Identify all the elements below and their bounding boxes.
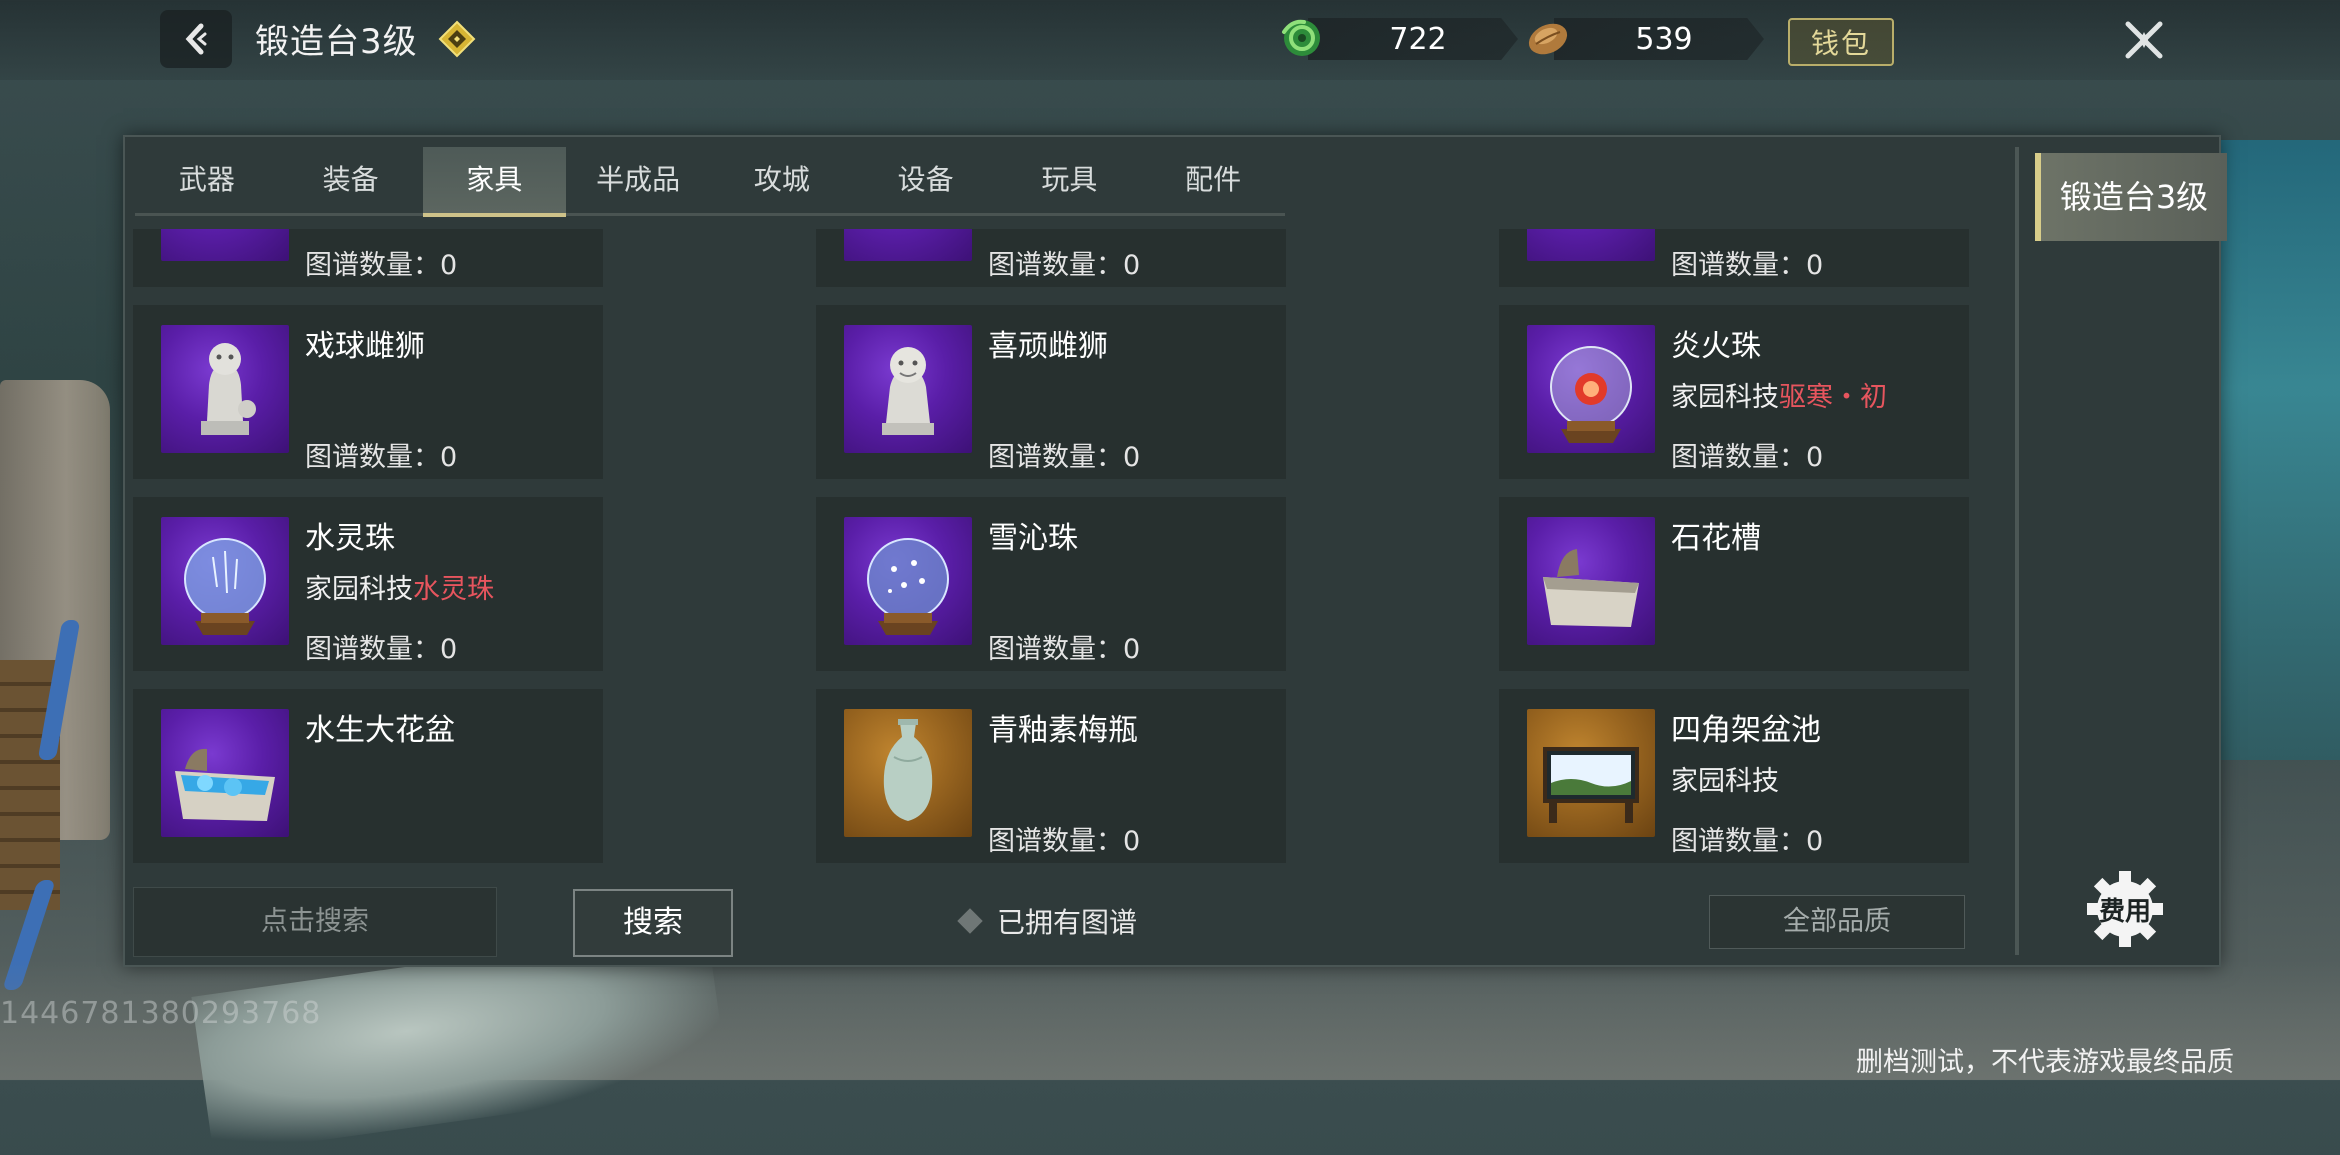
recipe-count: 图谱数量：0 [305, 634, 458, 665]
snow-orb-icon [844, 517, 972, 645]
checkbox-diamond-icon [957, 908, 983, 934]
item-icon [161, 229, 289, 261]
seed-amount: 539 [1635, 22, 1693, 57]
tech-highlight: 水灵珠 [413, 574, 494, 605]
recipe-card-celadon-vase[interactable]: 青釉素梅瓶 图谱数量：0 [816, 689, 1286, 863]
recipe-count: 图谱数量：0 [305, 250, 458, 281]
flower-basin-icon [161, 709, 289, 837]
page-title: 锻造台3级 [255, 22, 418, 62]
recipe-name: 石花槽 [1671, 521, 1761, 556]
recipe-count: 图谱数量：0 [305, 442, 458, 473]
owned-recipes-label: 已拥有图谱 [997, 906, 1138, 939]
recipe-name: 水生大花盆 [305, 713, 455, 748]
background-waterfall [2210, 140, 2340, 760]
search-input[interactable]: 点击搜索 [133, 887, 497, 957]
recipe-card[interactable]: 图谱数量：0 [1499, 229, 1969, 287]
lion-statue-icon [844, 325, 972, 453]
recipe-tech-requirement: 家园科技驱寒・初 [1671, 382, 1887, 413]
recipe-count: 图谱数量：0 [988, 634, 1141, 665]
recipe-name: 水灵珠 [305, 521, 395, 556]
recipe-card[interactable]: 图谱数量：0 [816, 229, 1286, 287]
cost-label: 费用 [2098, 897, 2151, 927]
stone-trough-icon [1527, 517, 1655, 645]
cost-button[interactable]: 费用 [2083, 867, 2167, 951]
tab-devices[interactable]: 设备 [854, 147, 998, 213]
tab-furniture[interactable]: 家具 [422, 147, 567, 217]
recipe-name: 雪沁珠 [988, 521, 1078, 556]
top-bar: 锻造台3级 722 539 钱包 [0, 0, 2340, 80]
side-divider [2015, 147, 2019, 955]
wallet-button[interactable]: 钱包 [1788, 18, 1894, 66]
jade-coin-icon [1282, 19, 1320, 56]
recipe-tech-requirement: 家园科技 [1671, 766, 1779, 797]
crafting-panel: 武器 装备 家具 半成品 攻城 设备 玩具 配件 图谱数量：0 图谱数量：0 图… [123, 135, 2227, 967]
lion-statue-icon [161, 325, 289, 453]
recipe-count: 图谱数量：0 [988, 442, 1141, 473]
recipe-grid: 图谱数量：0 图谱数量：0 图谱数量：0 戏球雌狮 图谱数量：0 喜顽雌狮 图谱… [133, 229, 1993, 869]
category-tabs: 武器 装备 家具 半成品 攻城 设备 玩具 配件 [135, 147, 1285, 217]
recipe-name: 青釉素梅瓶 [988, 713, 1138, 748]
close-x-icon[interactable] [2118, 14, 2170, 66]
tab-siege[interactable]: 攻城 [710, 147, 854, 213]
recipe-card-stone-trough[interactable]: 石花槽 [1499, 497, 1969, 671]
water-orb-icon [161, 517, 289, 645]
tab-semi-finished[interactable]: 半成品 [566, 147, 710, 213]
aquarium-icon [1527, 709, 1655, 837]
jade-amount: 722 [1389, 22, 1447, 57]
recipe-count: 图谱数量：0 [1671, 442, 1824, 473]
recipe-card[interactable]: 图谱数量：0 [133, 229, 603, 287]
diamond-badge-icon [438, 20, 476, 58]
seed-currency: 539 [1524, 12, 1784, 64]
back-button[interactable] [160, 10, 232, 68]
tab-weapons[interactable]: 武器 [135, 147, 279, 213]
tab-toys[interactable]: 玩具 [998, 147, 1142, 213]
recipe-card-playful-lioness[interactable]: 戏球雌狮 图谱数量：0 [133, 305, 603, 479]
tech-highlight: 驱寒・初 [1779, 382, 1887, 413]
fire-orb-icon [1527, 325, 1655, 453]
workbench-level-tab[interactable]: 锻造台3级 [2035, 153, 2227, 241]
recipe-name: 四角架盆池 [1671, 713, 1821, 748]
item-icon [1527, 229, 1655, 261]
recipe-count: 图谱数量：0 [988, 250, 1141, 281]
owned-recipes-toggle[interactable]: 已拥有图谱 [957, 901, 1138, 941]
recipe-name: 戏球雌狮 [305, 329, 425, 364]
tab-accessories[interactable]: 配件 [1141, 147, 1285, 213]
recipe-card-water-orb[interactable]: 水灵珠 家园科技水灵珠 图谱数量：0 [133, 497, 603, 671]
seed-coin-icon [1528, 23, 1568, 55]
vase-icon [844, 709, 972, 837]
recipe-card-merry-lioness[interactable]: 喜顽雌狮 图谱数量：0 [816, 305, 1286, 479]
recipe-card-snow-orb[interactable]: 雪沁珠 图谱数量：0 [816, 497, 1286, 671]
recipe-count: 图谱数量：0 [1671, 826, 1824, 857]
quality-filter-select[interactable]: 全部品质 [1709, 895, 1965, 949]
player-id-watermark: 1446781380293768 [0, 996, 322, 1031]
test-disclaimer: 删档测试，不代表游戏最终品质 [1856, 1047, 2234, 1078]
recipe-card-aquatic-flower-basin[interactable]: 水生大花盆 [133, 689, 603, 863]
recipe-name: 炎火珠 [1671, 329, 1761, 364]
recipe-count: 图谱数量：0 [1671, 250, 1824, 281]
recipe-tech-requirement: 家园科技水灵珠 [305, 574, 494, 605]
tab-equipment[interactable]: 装备 [279, 147, 423, 213]
jade-currency: 722 [1278, 12, 1538, 64]
recipe-card-fire-orb[interactable]: 炎火珠 家园科技驱寒・初 图谱数量：0 [1499, 305, 1969, 479]
search-button[interactable]: 搜索 [573, 889, 733, 957]
chevron-left-icon [185, 23, 207, 55]
recipe-name: 喜顽雌狮 [988, 329, 1108, 364]
item-icon [844, 229, 972, 261]
recipe-card-aquarium-stand[interactable]: 四角架盆池 家园科技 图谱数量：0 [1499, 689, 1969, 863]
recipe-count: 图谱数量：0 [988, 826, 1141, 857]
